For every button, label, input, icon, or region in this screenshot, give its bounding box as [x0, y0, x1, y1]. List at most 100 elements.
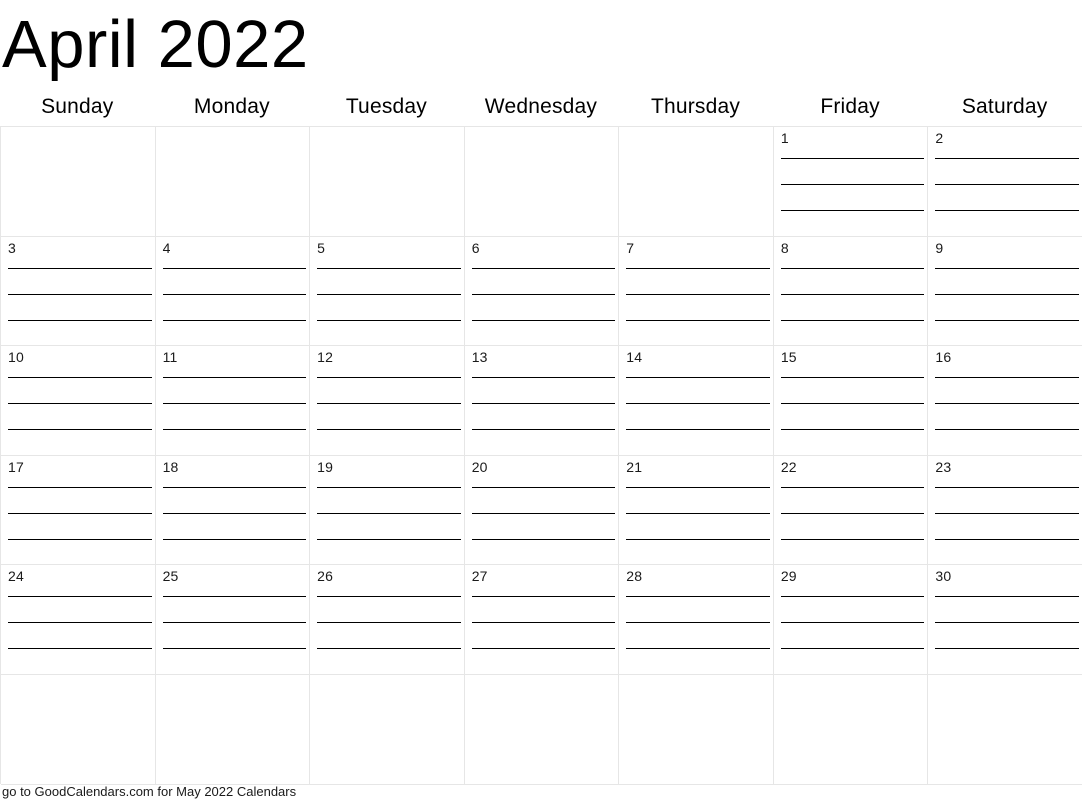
day-cell-empty[interactable] — [464, 127, 620, 237]
note-line — [626, 648, 770, 650]
note-lines[interactable] — [935, 259, 1079, 345]
day-cell-empty[interactable] — [619, 674, 774, 785]
day-cell-empty[interactable] — [1, 127, 156, 237]
date-number: 6 — [471, 239, 480, 256]
note-lines[interactable] — [471, 368, 616, 454]
day-cell-4[interactable]: 4 — [155, 236, 311, 347]
date-number: 11 — [162, 349, 178, 366]
note-line — [626, 622, 770, 624]
note-line — [317, 429, 461, 431]
note-lines[interactable] — [626, 259, 770, 345]
day-cell-empty[interactable] — [619, 127, 774, 237]
note-lines[interactable] — [8, 478, 152, 564]
note-lines[interactable] — [8, 587, 152, 673]
note-lines[interactable] — [317, 259, 461, 345]
day-cell-23[interactable]: 23 — [928, 455, 1082, 566]
day-cell-5[interactable]: 5 — [310, 236, 465, 347]
day-cell-8[interactable]: 8 — [773, 236, 929, 347]
note-lines[interactable] — [935, 149, 1079, 235]
weekday-header-row: Sunday Monday Tuesday Wednesday Thursday Frid… — [0, 88, 1082, 126]
date-number: 15 — [780, 349, 797, 366]
day-cell-29[interactable]: 29 — [773, 565, 929, 675]
note-lines[interactable] — [317, 587, 461, 673]
date-number: 7 — [626, 239, 635, 256]
day-cell-10[interactable]: 10 — [1, 346, 156, 456]
note-line — [935, 377, 1079, 379]
note-line — [162, 319, 307, 321]
note-lines[interactable] — [780, 368, 925, 454]
date-number: 3 — [8, 239, 16, 256]
note-line — [780, 377, 925, 379]
day-cell-17[interactable]: 17 — [1, 455, 156, 566]
day-cell-empty[interactable] — [928, 674, 1082, 785]
note-line — [317, 538, 461, 540]
day-cell-18[interactable]: 18 — [155, 455, 311, 566]
note-line — [626, 319, 770, 321]
note-lines[interactable] — [317, 368, 461, 454]
day-cell-empty[interactable] — [464, 674, 620, 785]
note-lines[interactable] — [626, 587, 770, 673]
day-cell-1[interactable]: 1 — [773, 127, 929, 237]
note-lines[interactable] — [780, 587, 925, 673]
note-lines[interactable] — [162, 368, 307, 454]
day-cell-22[interactable]: 22 — [773, 455, 929, 566]
day-cell-21[interactable]: 21 — [619, 455, 774, 566]
note-lines[interactable] — [780, 259, 925, 345]
note-line — [626, 267, 770, 269]
day-cell-19[interactable]: 19 — [310, 455, 465, 566]
day-cell-empty[interactable] — [310, 127, 465, 237]
note-line — [780, 486, 925, 488]
date-number: 17 — [8, 458, 24, 475]
day-cell-15[interactable]: 15 — [773, 346, 929, 456]
day-cell-2[interactable]: 2 — [928, 127, 1082, 237]
note-line — [935, 267, 1079, 269]
note-lines[interactable] — [471, 478, 616, 564]
day-cell-empty[interactable] — [155, 127, 311, 237]
note-lines[interactable] — [780, 478, 925, 564]
note-lines[interactable] — [162, 587, 307, 673]
day-cell-24[interactable]: 24 — [1, 565, 156, 675]
note-lines[interactable] — [780, 149, 925, 235]
day-cell-9[interactable]: 9 — [928, 236, 1082, 347]
note-lines[interactable] — [162, 478, 307, 564]
note-lines[interactable] — [8, 368, 152, 454]
note-lines[interactable] — [317, 478, 461, 564]
note-lines[interactable] — [471, 259, 616, 345]
day-cell-20[interactable]: 20 — [464, 455, 620, 566]
day-cell-14[interactable]: 14 — [619, 346, 774, 456]
day-cell-30[interactable]: 30 — [928, 565, 1082, 675]
note-line — [780, 622, 925, 624]
day-cell-6[interactable]: 6 — [464, 236, 620, 347]
note-lines[interactable] — [162, 259, 307, 345]
note-line — [626, 293, 770, 295]
note-lines[interactable] — [8, 259, 152, 345]
day-cell-26[interactable]: 26 — [310, 565, 465, 675]
note-line — [162, 377, 307, 379]
day-cell-16[interactable]: 16 — [928, 346, 1082, 456]
note-line — [162, 512, 307, 514]
day-cell-empty[interactable] — [1, 674, 156, 785]
note-lines[interactable] — [626, 368, 770, 454]
day-cell-empty[interactable] — [155, 674, 311, 785]
note-line — [162, 486, 307, 488]
date-number: 5 — [317, 239, 326, 256]
day-cell-25[interactable]: 25 — [155, 565, 311, 675]
day-cell-3[interactable]: 3 — [1, 236, 156, 347]
note-lines[interactable] — [935, 587, 1079, 673]
note-line — [317, 403, 461, 405]
note-lines[interactable] — [935, 368, 1079, 454]
note-lines[interactable] — [935, 478, 1079, 564]
weekday-header-tuesday: Tuesday — [345, 95, 427, 118]
day-cell-11[interactable]: 11 — [155, 346, 311, 456]
day-cell-7[interactable]: 7 — [619, 236, 774, 347]
day-cell-empty[interactable] — [310, 674, 465, 785]
date-number: 10 — [8, 349, 24, 366]
day-cell-13[interactable]: 13 — [464, 346, 620, 456]
note-lines[interactable] — [626, 478, 770, 564]
note-line — [471, 403, 616, 405]
day-cell-27[interactable]: 27 — [464, 565, 620, 675]
note-lines[interactable] — [471, 587, 616, 673]
day-cell-28[interactable]: 28 — [619, 565, 774, 675]
day-cell-12[interactable]: 12 — [310, 346, 465, 456]
day-cell-empty[interactable] — [773, 674, 929, 785]
